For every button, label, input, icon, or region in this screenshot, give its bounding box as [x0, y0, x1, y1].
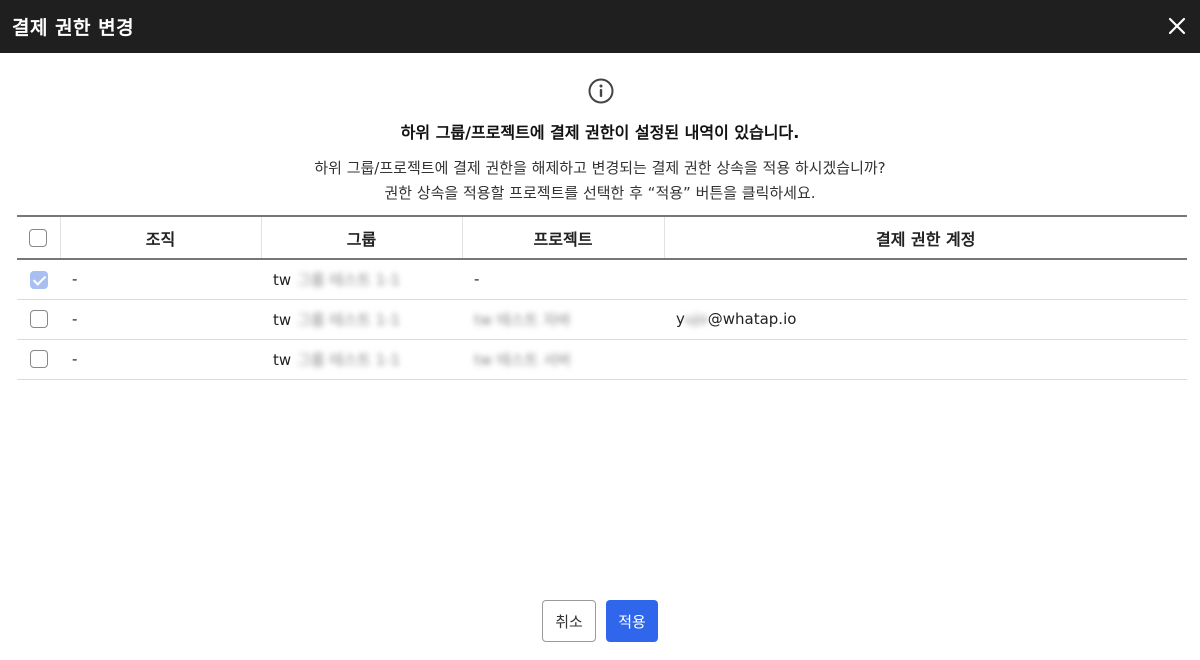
billing-account-cell — [664, 339, 1187, 379]
column-header-project: 프로젝트 — [461, 216, 664, 259]
project-cell: tw 테스트 자바 — [462, 299, 664, 339]
subordinate-permission-table: 조직 그룹 프로젝트 결제 권한 계정 - tw 그룹 테스트 1-1 - - … — [17, 215, 1187, 380]
select-all-cell — [17, 216, 60, 259]
row-select-cell — [17, 259, 60, 299]
row-checkbox[interactable] — [29, 350, 48, 369]
org-cell: - — [72, 270, 78, 289]
dialog-heading: 하위 그룹/프로젝트에 결제 권한이 설정된 내역이 있습니다. — [400, 123, 800, 142]
apply-button[interactable]: 적용 — [606, 600, 658, 642]
billing-account-cell: yujo@whatap.io — [664, 299, 1187, 339]
description-line-2: 권한 상속을 적용할 프로젝트를 선택한 후 “적용” 버튼을 클릭하세요. — [384, 184, 816, 202]
account-name-blurred: ujo — [684, 310, 708, 328]
column-header-billing-account: 결제 권한 계정 — [663, 216, 1187, 259]
dialog-titlebar: 결제 권한 변경 — [0, 0, 1200, 53]
org-cell: - — [72, 310, 78, 328]
project-name-blurred: tw 테스트 자바 — [474, 310, 571, 329]
column-header-group: 그룹 — [260, 216, 462, 259]
group-prefix: tw — [273, 310, 292, 329]
row-select-cell — [17, 339, 60, 379]
select-all-checkbox[interactable] — [29, 229, 48, 248]
table-row[interactable]: - tw 그룹 테스트 1-1 - — [17, 259, 1187, 299]
row-checkbox[interactable] — [29, 270, 48, 289]
column-header-org: 조직 — [59, 216, 261, 259]
row-select-cell — [17, 299, 60, 339]
group-prefix: tw — [273, 350, 292, 369]
org-cell: - — [72, 350, 78, 368]
billing-account-cell — [664, 259, 1187, 299]
group-name-blurred: 그룹 테스트 1-1 — [297, 310, 401, 329]
close-icon[interactable] — [1166, 15, 1188, 37]
dialog-footer: 취소 적용 — [0, 600, 1200, 642]
project-cell: tw 테스트 서버 — [462, 339, 664, 379]
row-checkbox[interactable] — [29, 310, 48, 329]
account-prefix: y — [676, 310, 685, 328]
dialog-title: 결제 권한 변경 — [12, 17, 135, 39]
group-name-blurred: 그룹 테스트 1-1 — [297, 270, 401, 289]
project-name-blurred: tw 테스트 서버 — [474, 350, 571, 369]
info-circle-icon — [588, 78, 614, 104]
description-line-1: 하위 그룹/프로젝트에 결제 권한을 해제하고 변경되는 결제 권한 상속을 적… — [314, 159, 886, 177]
group-cell: tw 그룹 테스트 1-1 — [261, 339, 462, 379]
table-row[interactable]: - tw 그룹 테스트 1-1 tw 테스트 서버 — [17, 339, 1187, 379]
group-prefix: tw — [273, 270, 292, 289]
cancel-button[interactable]: 취소 — [542, 600, 596, 642]
group-cell: tw 그룹 테스트 1-1 — [261, 259, 462, 299]
group-cell: tw 그룹 테스트 1-1 — [261, 299, 462, 339]
account-domain: @whatap.io — [707, 310, 797, 328]
project-cell: - — [474, 270, 480, 289]
change-billing-permission-dialog: 결제 권한 변경 하위 그룹/프로젝트에 결제 권한이 설정된 내역이 있습니다… — [0, 0, 1200, 660]
table-row[interactable]: - tw 그룹 테스트 1-1 tw 테스트 자바 yujo@whatap.io — [17, 299, 1187, 339]
dialog-description: 하위 그룹/프로젝트에 결제 권한을 해제하고 변경되는 결제 권한 상속을 적… — [0, 156, 1200, 206]
group-name-blurred: 그룹 테스트 1-1 — [297, 350, 401, 369]
table-header-row: 조직 그룹 프로젝트 결제 권한 계정 — [17, 216, 1187, 259]
